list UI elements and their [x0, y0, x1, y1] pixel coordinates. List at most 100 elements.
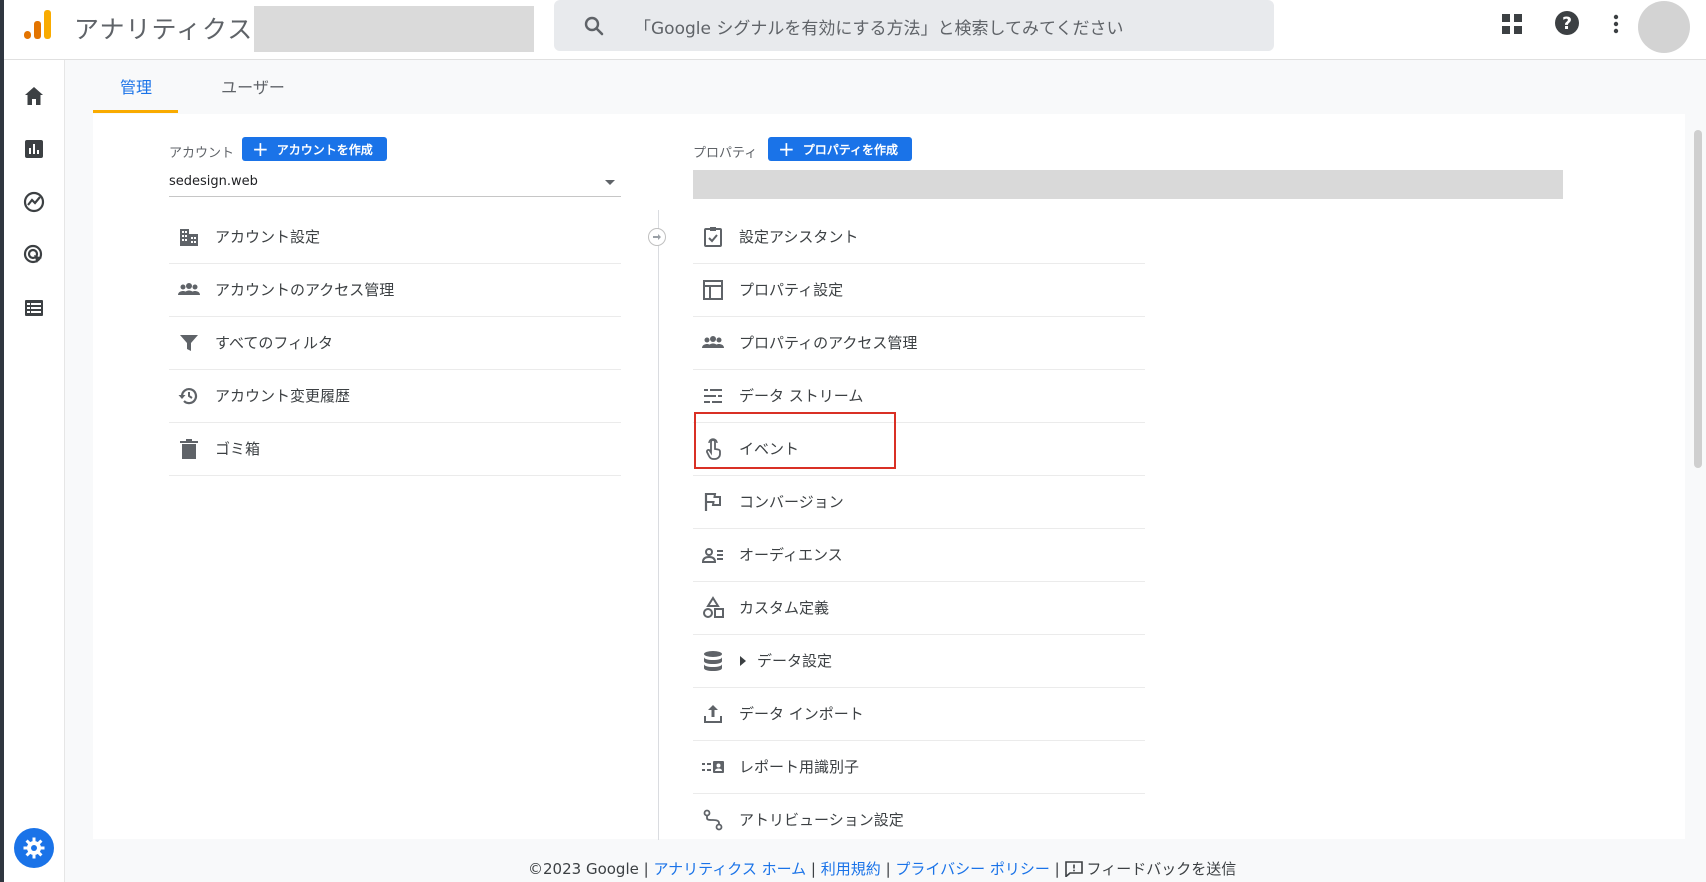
attribution-icon: [703, 809, 723, 831]
menu-label: レポート用識別子: [739, 758, 860, 776]
footer-feedback[interactable]: フィードバックを送信: [1064, 860, 1236, 878]
menu-reporting-identity[interactable]: レポート用識別子: [693, 741, 1145, 794]
menu-label: オーディエンス: [739, 546, 843, 564]
shapes-icon: [703, 596, 724, 618]
advertising-icon[interactable]: [22, 243, 46, 267]
menu-data-import[interactable]: データ インポート: [693, 688, 1145, 741]
menu-trash[interactable]: ゴミ箱: [169, 423, 621, 476]
explore-icon[interactable]: [22, 190, 46, 214]
streams-icon: [704, 389, 722, 403]
upload-icon: [704, 705, 722, 723]
menu-label: アトリビューション設定: [739, 811, 904, 829]
building-icon: [180, 229, 198, 246]
flag-icon: [704, 493, 721, 511]
events-highlight-box: [694, 412, 896, 469]
menu-label: アカウント設定: [215, 228, 321, 246]
search-icon: [584, 16, 604, 36]
top-bar: アナリティクス 「Google シグナルを有効にする方法」と検索してみてください…: [4, 0, 1706, 60]
menu-label: 設定アシスタント: [739, 228, 859, 246]
menu-label: アカウントのアクセス管理: [215, 281, 395, 299]
menu-custom-definitions[interactable]: カスタム定義: [693, 582, 1145, 635]
footer-link-analytics-home[interactable]: アナリティクス ホーム: [653, 860, 806, 878]
history-icon: [178, 388, 198, 405]
property-label: プロパティ: [693, 146, 758, 161]
menu-setup-assistant[interactable]: 設定アシスタント: [693, 211, 1145, 264]
menu-account-access[interactable]: アカウントのアクセス管理: [169, 264, 621, 317]
layout-icon: [703, 280, 723, 300]
reports-bar-chart-icon[interactable]: [22, 137, 46, 161]
expand-triangle-icon[interactable]: [739, 656, 747, 666]
menu-audiences[interactable]: オーディエンス: [693, 529, 1145, 582]
search-placeholder: 「Google シグナルを有効にする方法」と検索してみてください: [634, 19, 1124, 39]
scrollbar[interactable]: [1694, 130, 1702, 468]
avatar[interactable]: [1638, 1, 1690, 53]
menu-label: データ設定: [757, 652, 833, 670]
side-nav: [4, 60, 65, 882]
menu-property-access[interactable]: プロパティのアクセス管理: [693, 317, 1145, 370]
menu-conversions[interactable]: コンバージョン: [693, 476, 1145, 529]
plus-icon: +: [252, 137, 269, 161]
gear-icon: [23, 837, 45, 859]
apps-grid-icon[interactable]: [1500, 12, 1524, 36]
menu-label: プロパティ設定: [739, 281, 844, 299]
plus-icon: +: [778, 137, 795, 161]
checklist-icon: [704, 227, 722, 247]
create-account-label: アカウントを作成: [276, 143, 373, 157]
help-icon[interactable]: ?: [1554, 10, 1580, 36]
create-property-button[interactable]: + プロパティを作成: [768, 137, 913, 161]
search-input[interactable]: 「Google シグナルを有効にする方法」と検索してみてください: [554, 0, 1274, 51]
menu-label: コンバージョン: [739, 493, 844, 511]
menu-all-filters[interactable]: すべてのフィルタ: [169, 317, 621, 370]
menu-label: プロパティのアクセス管理: [739, 334, 918, 352]
footer-copyright: ©2023 Google: [528, 860, 639, 878]
create-property-label: プロパティを作成: [802, 143, 899, 157]
account-label: アカウント: [169, 146, 235, 161]
redacted-property-select[interactable]: [693, 170, 1563, 199]
people-icon: [178, 283, 200, 295]
footer-link-terms[interactable]: 利用規約: [821, 860, 881, 878]
menu-label: データ インポート: [739, 705, 864, 723]
database-icon: [704, 651, 722, 671]
footer-separator: |: [885, 860, 891, 878]
active-tab-indicator: [93, 110, 178, 113]
menu-account-change-history[interactable]: アカウント変更履歴: [169, 370, 621, 423]
tab-admin[interactable]: 管理: [105, 74, 167, 98]
footer-separator: |: [810, 860, 816, 878]
menu-label: アカウント変更履歴: [215, 387, 351, 405]
column-divider: [658, 210, 659, 840]
menu-label: データ ストリーム: [739, 387, 864, 405]
svg-text:?: ?: [1562, 14, 1572, 34]
footer-separator: |: [643, 860, 649, 878]
people-icon: [702, 336, 724, 348]
trash-icon: [180, 439, 198, 459]
footer-separator: |: [1054, 860, 1060, 878]
menu-label: ゴミ箱: [215, 440, 261, 458]
app-title: アナリティクス: [74, 15, 254, 44]
admin-settings-button[interactable]: [14, 828, 54, 868]
analytics-logo-icon[interactable]: [20, 7, 54, 41]
redacted-account-name[interactable]: [254, 6, 534, 52]
arrow-right-icon: [653, 234, 661, 240]
home-icon[interactable]: [22, 84, 46, 108]
menu-property-settings[interactable]: プロパティ設定: [693, 264, 1145, 317]
menu-data-settings[interactable]: データ設定: [693, 635, 1145, 688]
menu-label: カスタム定義: [739, 599, 830, 617]
create-account-button[interactable]: + アカウントを作成: [242, 137, 387, 161]
column-arrow: [648, 228, 666, 246]
more-vert-icon[interactable]: [1604, 12, 1628, 36]
menu-attribution-settings[interactable]: アトリビューション設定: [693, 794, 1145, 846]
filter-icon: [180, 335, 198, 351]
menu-label: すべてのフィルタ: [215, 334, 334, 352]
caret-down-icon: [605, 180, 615, 185]
tab-user[interactable]: ユーザー: [205, 74, 301, 98]
tab-bar: 管理 ユーザー: [65, 60, 1706, 114]
footer-link-privacy[interactable]: プライバシー ポリシー: [895, 860, 1049, 878]
feedback-icon: [1064, 861, 1083, 877]
identity-icon: [702, 761, 724, 773]
menu-account-settings[interactable]: アカウント設定: [169, 211, 621, 264]
account-select[interactable]: sedesign.web: [169, 170, 621, 197]
audience-icon: [701, 548, 723, 563]
account-select-value: sedesign.web: [169, 174, 258, 189]
footer: ©2023 Google | アナリティクス ホーム | 利用規約 | プライバ…: [528, 858, 1236, 879]
configure-list-icon[interactable]: [22, 296, 46, 320]
